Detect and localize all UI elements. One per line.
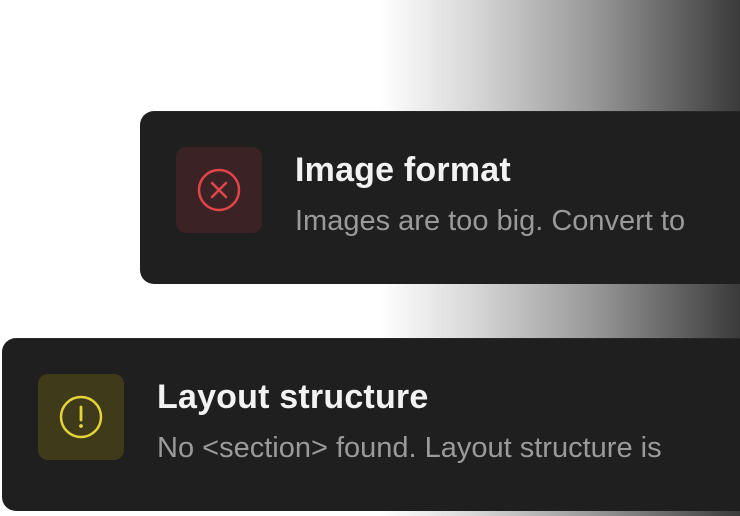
exclamation-circle-icon <box>59 395 103 439</box>
notification-title: Image format <box>295 151 511 189</box>
notification-description: No <section> found. Layout structure is <box>157 432 662 464</box>
warning-icon-tile <box>38 374 124 460</box>
notification-card-image-format[interactable]: Image format Images are too big. Convert… <box>140 111 740 284</box>
notification-title: Layout structure <box>157 378 429 416</box>
notification-card-layout-structure[interactable]: Layout structure No <section> found. Lay… <box>2 338 740 511</box>
error-icon-tile <box>176 147 262 233</box>
x-circle-icon <box>197 168 241 212</box>
notification-description: Images are too big. Convert to <box>295 205 686 237</box>
